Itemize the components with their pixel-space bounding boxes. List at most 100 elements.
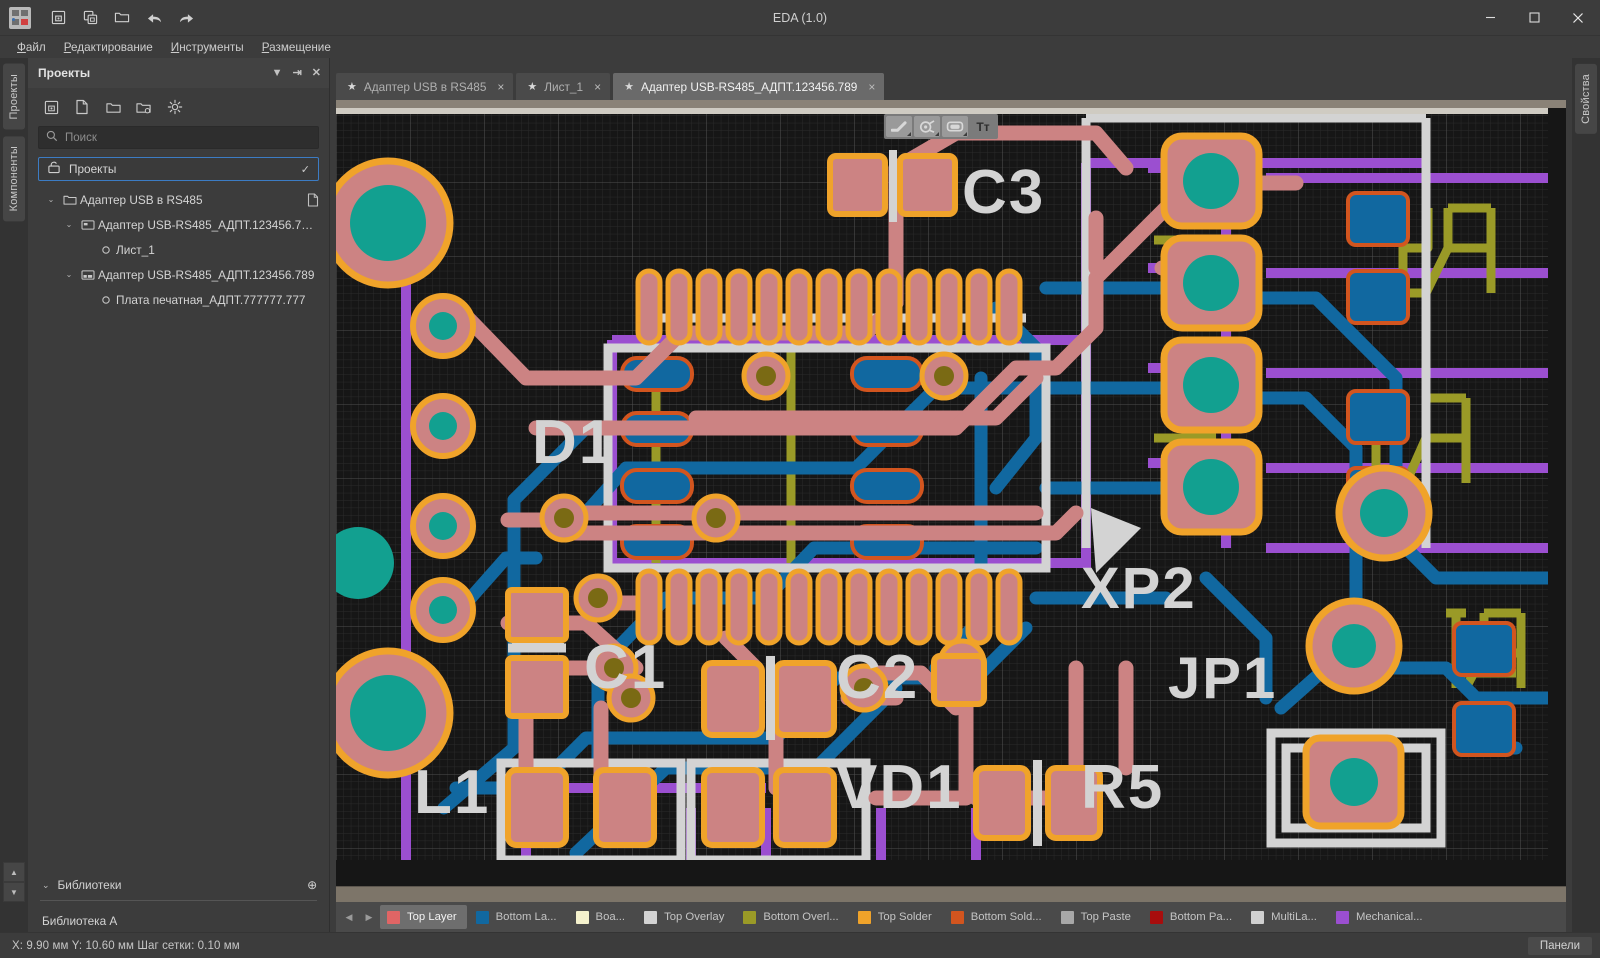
rail-tab-properties-label: Свойства [1580,74,1592,124]
close-icon[interactable]: × [497,80,504,94]
layer-chip-bottom-solder[interactable]: Bottom Sold... [944,905,1052,929]
silk-label-r5: R5 [1081,753,1164,822]
libraries-header[interactable]: ⌄ Библиотеки ⊕ [28,870,329,900]
rail-tab-properties[interactable]: Свойства [1575,64,1597,134]
sheet-dot-icon [96,295,116,305]
close-button[interactable] [1556,0,1600,36]
close-icon[interactable]: × [594,80,601,94]
tree-item-label: Адаптер USB в RS485 [80,192,203,207]
settings-gear-icon[interactable] [162,94,188,120]
rail-scroll-down-button[interactable]: ▼ [3,882,25,902]
layer-chip-bottom-overlay[interactable]: Bottom Overl... [736,905,848,929]
layer-bar: ◀ ▶ Top Layer Bottom La... Boa... Top Ov… [336,902,1566,932]
close-icon[interactable]: × [868,80,875,94]
chevron-down-icon[interactable]: ⌄ [60,270,78,279]
menu-tools[interactable]: Инструменты [162,39,253,56]
menu-file[interactable]: Файл [8,39,55,56]
chevron-down-icon[interactable]: ▼ [272,67,283,79]
search-box[interactable] [38,126,319,149]
save-icon[interactable] [45,5,71,31]
layer-label: Bottom La... [495,911,557,923]
layer-label: Top Solder [877,911,932,923]
open-folder-icon[interactable] [100,94,126,120]
collapse-icon[interactable]: ⇥ [293,67,302,79]
menu-edit-rest: едактирование [71,40,153,54]
folder-icon [60,194,80,206]
menu-placement[interactable]: Размещение [253,39,340,56]
editor-tab-pcb-789[interactable]: ★ Адаптер USB-RS485_АДПТ.123456.789 × [613,73,885,100]
tree-item-label: Плата печатная_АДПТ.777777.777 [116,292,306,307]
chevron-down-icon[interactable]: ⌄ [60,220,78,229]
close-icon[interactable]: ✕ [312,67,321,79]
route-track-icon[interactable] [886,116,912,137]
horizontal-scrollbar[interactable] [336,886,1566,902]
chevron-down-icon[interactable]: ⌄ [42,195,60,204]
tree-item-list-1[interactable]: Лист_1 [28,237,329,262]
layer-prev-button[interactable]: ◀ [340,905,358,929]
editor-tabstrip: ★ Адаптер USB в RS485 × ★ Лист_1 × ★ Ада… [330,58,1572,100]
new-folder-icon[interactable] [131,94,157,120]
rail-tab-components[interactable]: Компоненты [3,135,25,221]
silk-label-c2: C2 [836,643,919,712]
pcb-canvas-wrapper: C3 D1 C1 C2 L1 VD1 R5 XP2 JP1 Tт ◀ ▶ Top… [336,100,1566,932]
menu-edit[interactable]: Редактирование [55,39,162,56]
layer-label: Top Paste [1080,911,1131,923]
place-via-icon[interactable] [914,116,940,137]
layer-chip-mechanical[interactable]: Mechanical... [1329,905,1433,929]
tree-item-adapter-usb-rs485[interactable]: ⌄ Адаптер USB в RS485 [28,187,329,212]
document-icon[interactable] [301,192,319,207]
layer-label: Top Overlay [664,911,725,923]
libraries-section: ⌄ Библиотеки ⊕ Библиотека А [28,870,329,932]
layer-chip-board[interactable]: Boa... [569,905,636,929]
open-folder-icon[interactable] [109,5,135,31]
save-project-icon[interactable] [38,94,64,120]
rail-scroll-up-button[interactable]: ▲ [3,862,25,882]
layer-next-button[interactable]: ▶ [360,905,378,929]
layer-label: Bottom Pa... [1169,911,1233,923]
place-text-icon[interactable]: Tт [970,116,996,137]
layer-swatch [743,910,757,924]
tree-item-label: Адаптер USB-RS485_АДПТ.123456.789 [98,267,315,282]
pcb-float-toolbar: Tт [884,114,998,139]
save-all-icon[interactable] [77,5,103,31]
layer-swatch [475,910,489,924]
undo-icon[interactable] [141,5,167,31]
tree-item-label: Адаптер USB-RS485_АДПТ.123456.789Э3 [98,217,319,232]
minimize-button[interactable] [1468,0,1512,36]
star-icon: ★ [347,81,357,93]
layer-label: MultiLa... [1271,911,1317,923]
panels-button[interactable]: Панели [1527,936,1592,955]
editor-tab-label: Адаптер USB в RS485 [363,79,487,94]
layer-chip-top-solder[interactable]: Top Solder [851,905,942,929]
app-logo-icon [9,6,31,29]
menu-file-rest: айл [25,40,46,54]
place-text-label: Tт [976,119,990,134]
new-file-icon[interactable] [69,94,95,120]
editor-tab-list-1[interactable]: ★ Лист_1 × [516,73,611,100]
library-item[interactable]: Библиотека А [42,910,329,932]
layer-chip-bottom-paste[interactable]: Bottom Pa... [1143,905,1242,929]
add-library-icon[interactable]: ⊕ [307,878,317,892]
projects-panel: Проекты ▼ ⇥ ✕ Поиск Проекты ✓ ⌄ Адаптер … [28,58,330,932]
rail-tab-projects[interactable]: Проекты [3,64,25,130]
layer-chip-bottom-layer[interactable]: Bottom La... [469,905,567,929]
layer-chip-top-paste[interactable]: Top Paste [1054,905,1141,929]
layer-chip-top-overlay[interactable]: Top Overlay [637,905,734,929]
window-title: EDA (1.0) [772,10,828,25]
layer-chip-top-layer[interactable]: Top Layer [380,905,467,929]
place-pad-icon[interactable] [942,116,968,137]
editor-tab-label: Лист_1 [544,79,584,94]
search-input[interactable] [65,131,311,144]
layer-chip-multilayer[interactable]: MultiLa... [1244,905,1327,929]
editor-tab-adapter-usb-rs485[interactable]: ★ Адаптер USB в RS485 × [336,73,514,100]
tree-item-plata-pechatnaya[interactable]: Плата печатная_АДПТ.777777.777 [28,287,329,312]
maximize-button[interactable] [1512,0,1556,36]
layer-swatch [1060,910,1074,924]
projects-root-item[interactable]: Проекты ✓ [38,157,319,181]
chevron-down-icon[interactable]: ⌄ [42,880,50,891]
menu-file-accel: Ф [17,40,26,54]
pcb-canvas[interactable]: C3 D1 C1 C2 L1 VD1 R5 XP2 JP1 Tт [336,108,1566,886]
tree-item-schematic-789e3[interactable]: ⌄ Адаптер USB-RS485_АДПТ.123456.789Э3 [28,212,329,237]
tree-item-pcb-789[interactable]: ⌄ Адаптер USB-RS485_АДПТ.123456.789 [28,262,329,287]
redo-icon[interactable] [173,5,199,31]
